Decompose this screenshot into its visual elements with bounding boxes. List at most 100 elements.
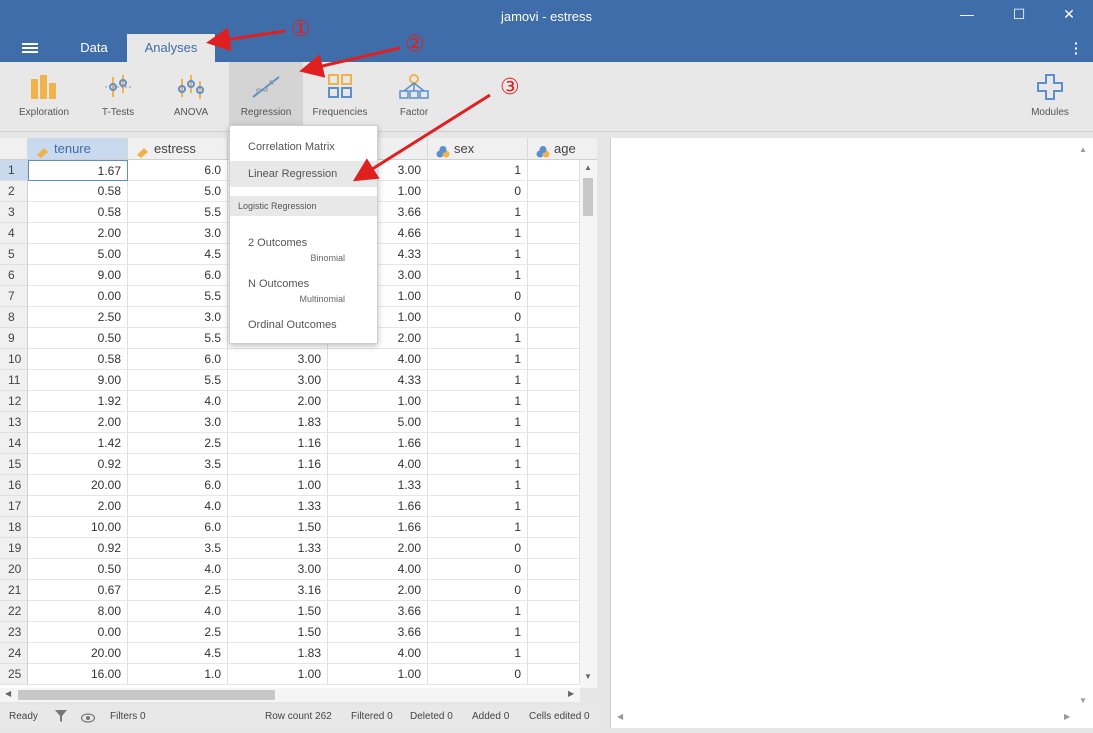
table-cell[interactable]: 4.0: [128, 391, 228, 412]
table-cell[interactable]: [528, 559, 580, 580]
table-cell[interactable]: 3.66: [328, 601, 428, 622]
table-cell[interactable]: 1.50: [228, 517, 328, 538]
table-cell[interactable]: 4.00: [328, 643, 428, 664]
filter-icon[interactable]: [55, 709, 67, 723]
row-number[interactable]: 19: [0, 538, 28, 559]
table-cell[interactable]: 1: [428, 202, 528, 223]
column-header-tenure[interactable]: tenure: [28, 138, 128, 160]
results-scroll-right-icon[interactable]: ▶: [1064, 712, 1070, 721]
table-cell[interactable]: [528, 496, 580, 517]
row-number[interactable]: 9: [0, 328, 28, 349]
row-number[interactable]: 15: [0, 454, 28, 475]
grid-vertical-scroll-thumb[interactable]: [583, 178, 593, 216]
row-number[interactable]: 6: [0, 265, 28, 286]
table-cell[interactable]: 4.33: [328, 370, 428, 391]
exploration-button[interactable]: Exploration: [12, 62, 76, 132]
table-cell[interactable]: 0: [428, 286, 528, 307]
table-cell[interactable]: 3.0: [128, 223, 228, 244]
table-cell[interactable]: 3.0: [128, 307, 228, 328]
scroll-left-arrow-icon[interactable]: ◀: [5, 689, 11, 698]
row-number[interactable]: 7: [0, 286, 28, 307]
table-cell[interactable]: 3.5: [128, 454, 228, 475]
row-number[interactable]: 20: [0, 559, 28, 580]
table-cell[interactable]: [528, 475, 580, 496]
table-cell[interactable]: 3.16: [228, 580, 328, 601]
row-number[interactable]: 5: [0, 244, 28, 265]
results-panel[interactable]: [610, 138, 1093, 728]
row-number[interactable]: 11: [0, 370, 28, 391]
table-cell[interactable]: 1.66: [328, 433, 428, 454]
table-cell[interactable]: 1: [428, 391, 528, 412]
table-cell[interactable]: [528, 601, 580, 622]
correlation-matrix-item[interactable]: Correlation Matrix: [230, 141, 377, 153]
table-cell[interactable]: 3.66: [328, 622, 428, 643]
row-number[interactable]: 24: [0, 643, 28, 664]
table-cell[interactable]: [528, 412, 580, 433]
table-cell[interactable]: 1.33: [228, 496, 328, 517]
table-cell[interactable]: 4.0: [128, 496, 228, 517]
table-cell[interactable]: 2.00: [28, 412, 128, 433]
scroll-right-arrow-icon[interactable]: ▶: [568, 689, 574, 698]
close-button[interactable]: ✕: [1057, 6, 1081, 26]
table-cell[interactable]: 3.00: [228, 370, 328, 391]
table-cell[interactable]: 5.5: [128, 202, 228, 223]
grid-vertical-scrollbar[interactable]: [580, 160, 597, 688]
row-number[interactable]: 17: [0, 496, 28, 517]
table-cell[interactable]: 1.50: [228, 601, 328, 622]
row-number[interactable]: 14: [0, 433, 28, 454]
table-cell[interactable]: 1.67: [28, 160, 128, 181]
table-cell[interactable]: 0: [428, 181, 528, 202]
table-cell[interactable]: 4.00: [328, 454, 428, 475]
table-cell[interactable]: 1: [428, 349, 528, 370]
ordinal-outcomes-item[interactable]: Ordinal Outcomes: [230, 319, 377, 331]
table-cell[interactable]: 1: [428, 433, 528, 454]
table-cell[interactable]: 8.00: [28, 601, 128, 622]
table-cell[interactable]: [528, 370, 580, 391]
table-cell[interactable]: 1.0: [128, 664, 228, 685]
row-number[interactable]: 25: [0, 664, 28, 685]
hamburger-menu-icon[interactable]: [22, 43, 38, 53]
anova-button[interactable]: ANOVA: [162, 62, 220, 132]
table-cell[interactable]: 0: [428, 307, 528, 328]
grid-horizontal-scroll-thumb[interactable]: [18, 690, 275, 700]
table-cell[interactable]: [528, 622, 580, 643]
row-number[interactable]: 1: [0, 160, 28, 181]
table-cell[interactable]: 4.5: [128, 244, 228, 265]
table-cell[interactable]: 1.66: [328, 496, 428, 517]
table-cell[interactable]: 1: [428, 622, 528, 643]
table-cell[interactable]: [528, 664, 580, 685]
table-cell[interactable]: 0.50: [28, 328, 128, 349]
table-cell[interactable]: 2.00: [228, 391, 328, 412]
row-number[interactable]: 10: [0, 349, 28, 370]
more-options-icon[interactable]: · · ·: [1074, 36, 1079, 60]
table-cell[interactable]: 2.5: [128, 433, 228, 454]
table-cell[interactable]: [528, 223, 580, 244]
table-cell[interactable]: [528, 454, 580, 475]
table-cell[interactable]: [528, 433, 580, 454]
table-cell[interactable]: 5.5: [128, 328, 228, 349]
table-cell[interactable]: 1.33: [228, 538, 328, 559]
row-number[interactable]: 2: [0, 181, 28, 202]
modules-button[interactable]: Modules: [1022, 62, 1078, 132]
table-cell[interactable]: 6.0: [128, 265, 228, 286]
table-cell[interactable]: [528, 391, 580, 412]
table-cell[interactable]: [528, 160, 580, 181]
table-cell[interactable]: 6.0: [128, 517, 228, 538]
table-cell[interactable]: 0.92: [28, 454, 128, 475]
row-number[interactable]: 18: [0, 517, 28, 538]
table-cell[interactable]: 1: [428, 517, 528, 538]
n-outcomes-item[interactable]: N Outcomes: [230, 278, 377, 290]
table-cell[interactable]: 1: [428, 160, 528, 181]
table-cell[interactable]: 0.67: [28, 580, 128, 601]
table-cell[interactable]: 1: [428, 223, 528, 244]
scroll-down-arrow-icon[interactable]: ▼: [584, 672, 592, 681]
minimize-button[interactable]: —: [955, 6, 979, 26]
table-cell[interactable]: [528, 265, 580, 286]
results-scroll-up-icon[interactable]: ▲: [1079, 145, 1087, 154]
column-header-estress[interactable]: estress: [128, 138, 228, 160]
table-cell[interactable]: [528, 580, 580, 601]
row-number[interactable]: 16: [0, 475, 28, 496]
table-cell[interactable]: 0: [428, 538, 528, 559]
table-cell[interactable]: 5.5: [128, 286, 228, 307]
row-number[interactable]: 12: [0, 391, 28, 412]
